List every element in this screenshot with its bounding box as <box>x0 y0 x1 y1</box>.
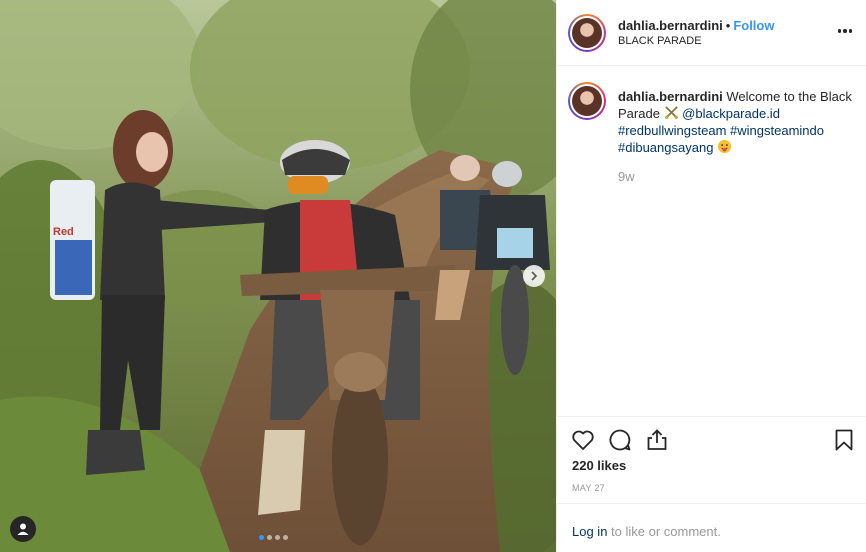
tagged-users-button[interactable] <box>10 516 36 542</box>
tongue-face-emoji-icon <box>717 139 732 154</box>
hashtag-link[interactable]: #dibuangsayang <box>618 140 713 155</box>
carousel-dot <box>275 535 280 540</box>
post-caption: dahlia.bernardini Welcome to the Black P… <box>618 88 858 156</box>
carousel-indicator <box>259 535 288 540</box>
mention-link[interactable]: @blackparade.id <box>682 106 780 121</box>
user-icon <box>17 523 29 535</box>
avatar-image <box>572 86 602 116</box>
caption-author-avatar[interactable] <box>568 82 606 120</box>
post-photo[interactable]: Red <box>0 0 556 552</box>
login-prompt-text: to like or comment. <box>607 524 721 539</box>
comment-prompt: Log in to like or comment. <box>557 503 866 552</box>
author-avatar[interactable] <box>568 14 606 52</box>
location-link[interactable]: BLACK PARADE <box>618 35 702 47</box>
bookmark-icon[interactable] <box>831 427 857 453</box>
svg-text:Red: Red <box>53 226 74 238</box>
hashtag-link[interactable]: #wingsteamindo <box>730 123 824 138</box>
heart-icon[interactable] <box>570 427 596 453</box>
crossed-swords-emoji-icon <box>664 106 678 119</box>
author-line: dahlia.bernardini • Follow <box>618 18 774 33</box>
post-header: dahlia.bernardini • Follow BLACK PARADE <box>557 0 866 66</box>
more-options-icon[interactable] <box>835 20 855 42</box>
login-link[interactable]: Log in <box>572 524 607 539</box>
follow-button[interactable]: Follow <box>733 18 774 33</box>
likes-count[interactable]: 220 likes <box>572 458 626 473</box>
action-bar <box>557 416 866 460</box>
next-slide-button[interactable] <box>523 265 545 287</box>
carousel-dot <box>283 535 288 540</box>
share-icon[interactable] <box>644 427 670 453</box>
post-sidebar: dahlia.bernardini • Follow BLACK PARADE da… <box>556 0 866 552</box>
avatar-image <box>572 18 602 48</box>
caption-username[interactable]: dahlia.bernardini <box>618 89 723 104</box>
caption-time: 9w <box>618 169 635 184</box>
carousel-dot <box>267 535 272 540</box>
carousel-dot <box>259 535 264 540</box>
post-date: MAY 27 <box>572 483 605 493</box>
author-username[interactable]: dahlia.bernardini <box>618 18 723 33</box>
comment-icon[interactable] <box>607 427 633 453</box>
hashtag-link[interactable]: #redbullwingsteam <box>618 123 726 138</box>
chevron-right-icon <box>531 271 538 281</box>
photo-image: Red <box>0 0 556 552</box>
separator: • <box>725 18 731 33</box>
